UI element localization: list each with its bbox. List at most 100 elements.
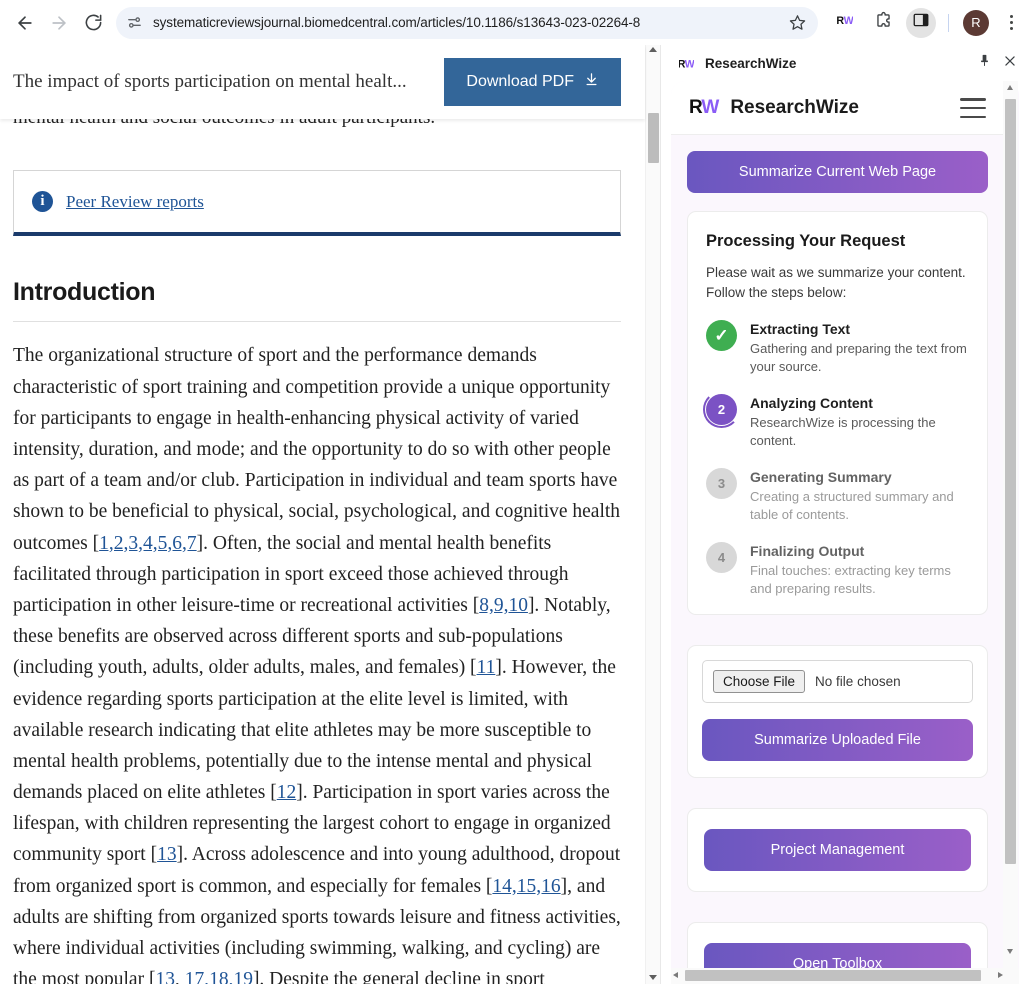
citation-link[interactable]: 1,2,3,4,5,6,7 [99,533,197,554]
panel-scroll-right-arrow-icon[interactable] [998,972,1003,978]
close-icon [1003,54,1017,73]
step-title: Analyzing Content [750,395,873,411]
processing-step: 4 Finalizing Output Final touches: extract… [706,541,969,598]
processing-card: Processing Your Request Please wait as w… [687,211,988,615]
step-description: Gathering and preparing the text from yo… [750,341,967,375]
panel-scroll-up-arrow-icon[interactable] [1007,85,1013,90]
hamburger-menu-icon[interactable] [960,98,986,118]
project-management-card: Project Management [687,807,988,892]
article-lead-text: mental health and social outcomes in adu… [13,119,621,132]
panel-vertical-scrollbar[interactable] [1003,81,1018,984]
page-scrollbar-thumb[interactable] [648,113,659,163]
peer-review-box[interactable]: i Peer Review reports [13,170,621,237]
logo-letter-r: R [689,97,702,118]
researchwize-icon: R W [677,54,695,72]
page-vertical-scrollbar[interactable] [645,45,660,984]
step-text: Analyzing Content ResearchWize is process… [750,394,969,450]
arrow-left-icon [15,13,35,33]
processing-title: Processing Your Request [706,232,906,250]
open-toolbox-button[interactable]: Open Toolbox [704,942,971,968]
extension-panel-frame: RW ResearchWize Summarize Current Web Pa… [671,81,1019,984]
article-body: mental health and social outcomes in adu… [0,119,645,984]
researchwize-extension-button[interactable]: R W [830,8,860,38]
svg-text:W: W [684,58,693,70]
logo-letter-w: W [701,97,719,118]
researchwize-brand-bar: RW ResearchWize [671,81,1004,135]
heading-divider [13,321,621,323]
close-panel-button[interactable] [997,50,1023,76]
introduction-heading: Introduction [13,278,156,307]
extension-panel-content: RW ResearchWize Summarize Current Web Pa… [671,81,1004,968]
project-management-button[interactable]: Project Management [704,828,971,871]
citation-link[interactable]: 13 [157,844,177,865]
citation-link[interactable]: 12 [277,782,297,803]
processing-steps-list: ✓ Extracting Text Gathering and preparing … [703,320,969,598]
browser-side-panel: R W ResearchWize RW ResearchWize [660,45,1033,984]
summarize-current-web-page-button[interactable]: Summarize Current Web Page [687,151,988,193]
arrow-right-icon [49,13,69,33]
summarize-uploaded-file-button[interactable]: Summarize Uploaded File [702,718,973,761]
upload-card: Choose File No file chosen Summarize Upl… [687,644,988,778]
processing-step: ✓ Extracting Text Gathering and preparing … [706,320,969,376]
info-icon: i [32,191,53,213]
download-pdf-button[interactable]: Download PDF [444,58,621,106]
summarize-page-section: Summarize Current Web Page [671,135,1004,209]
citation-link[interactable]: 14,15,16 [492,876,560,897]
introduction-paragraph: The organizational structure of sport an… [13,340,621,984]
panel-horizontal-scrollbar[interactable] [671,968,1019,984]
browser-toolbar: systematicreviewsjournal.biomedcentral.c… [0,0,1033,45]
choose-file-button[interactable]: Choose File [713,669,806,693]
reload-button[interactable] [76,6,110,40]
side-panel-title: ResearchWize [705,55,797,71]
step-text: Finalizing Output Final touches: extracti… [750,542,969,598]
step-title: Generating Summary [750,468,892,485]
citation-link[interactable]: 11 [477,657,496,678]
side-panel-header: R W ResearchWize [661,45,1033,81]
researchwize-extension-icon: R W [836,12,854,33]
toolbar-divider [948,13,949,32]
address-bar[interactable]: systematicreviewsjournal.biomedcentral.c… [116,6,818,39]
three-dot-menu-icon[interactable] [997,8,1025,38]
address-bar-url[interactable]: systematicreviewsjournal.biomedcentral.c… [153,15,781,30]
panel-scroll-down-arrow-icon[interactable] [1007,949,1013,954]
peer-review-reports-link[interactable]: Peer Review reports [66,192,204,212]
citation-link[interactable]: 17,18,19 [185,969,253,984]
citation-link[interactable]: 13 [155,969,175,984]
star-icon[interactable] [789,14,806,31]
processing-step: 3 Generating Summary Creating a structured… [706,467,969,524]
step-text: Generating Summary Creating a structured … [750,468,969,524]
panel-scroll-left-arrow-icon[interactable] [673,972,678,978]
panel-horizontal-scrollbar-thumb[interactable] [685,970,981,981]
step-status-icon: ✓ [706,320,737,352]
scroll-down-arrow-icon[interactable] [649,975,657,980]
extensions-button[interactable] [868,8,898,38]
toolbox-card: Open Toolbox [687,921,988,968]
project-management-section: Project Management [671,807,1004,922]
researchwize-brand-name: ResearchWize [730,97,859,118]
article-title: The impact of sports participation on me… [13,70,407,92]
citation-link[interactable]: 8,9,10 [479,595,528,616]
scroll-up-arrow-icon[interactable] [649,47,657,52]
step-status-icon: 4 [706,541,737,573]
reload-icon [84,13,103,32]
profile-avatar[interactable]: R [963,9,989,36]
step-status-icon: 2 [703,391,740,428]
side-panel-button[interactable] [906,7,936,38]
pin-panel-button[interactable] [971,50,997,76]
processing-subtitle: Please wait as we summarize your content… [706,265,966,300]
web-page-viewport: The impact of sports participation on me… [0,45,660,984]
step-title: Extracting Text [750,321,851,338]
toolbox-section: Open Toolbox [671,921,1004,968]
forward-button[interactable] [42,6,76,40]
file-input-row[interactable]: Choose File No file chosen [702,659,973,703]
processing-step: 2 Analyzing Content ResearchWize is proces… [703,391,969,450]
extensions-puzzle-icon [874,11,893,35]
upload-section: Choose File No file chosen Summarize Upl… [671,644,1004,808]
site-settings-icon[interactable] [126,14,143,31]
article-sticky-header: The impact of sports participation on me… [0,45,645,119]
pin-icon [977,53,992,73]
step-title: Finalizing Output [750,542,865,559]
panel-vertical-scrollbar-thumb[interactable] [1005,99,1016,864]
no-file-chosen-label: No file chosen [815,673,901,689]
back-button[interactable] [8,6,42,40]
